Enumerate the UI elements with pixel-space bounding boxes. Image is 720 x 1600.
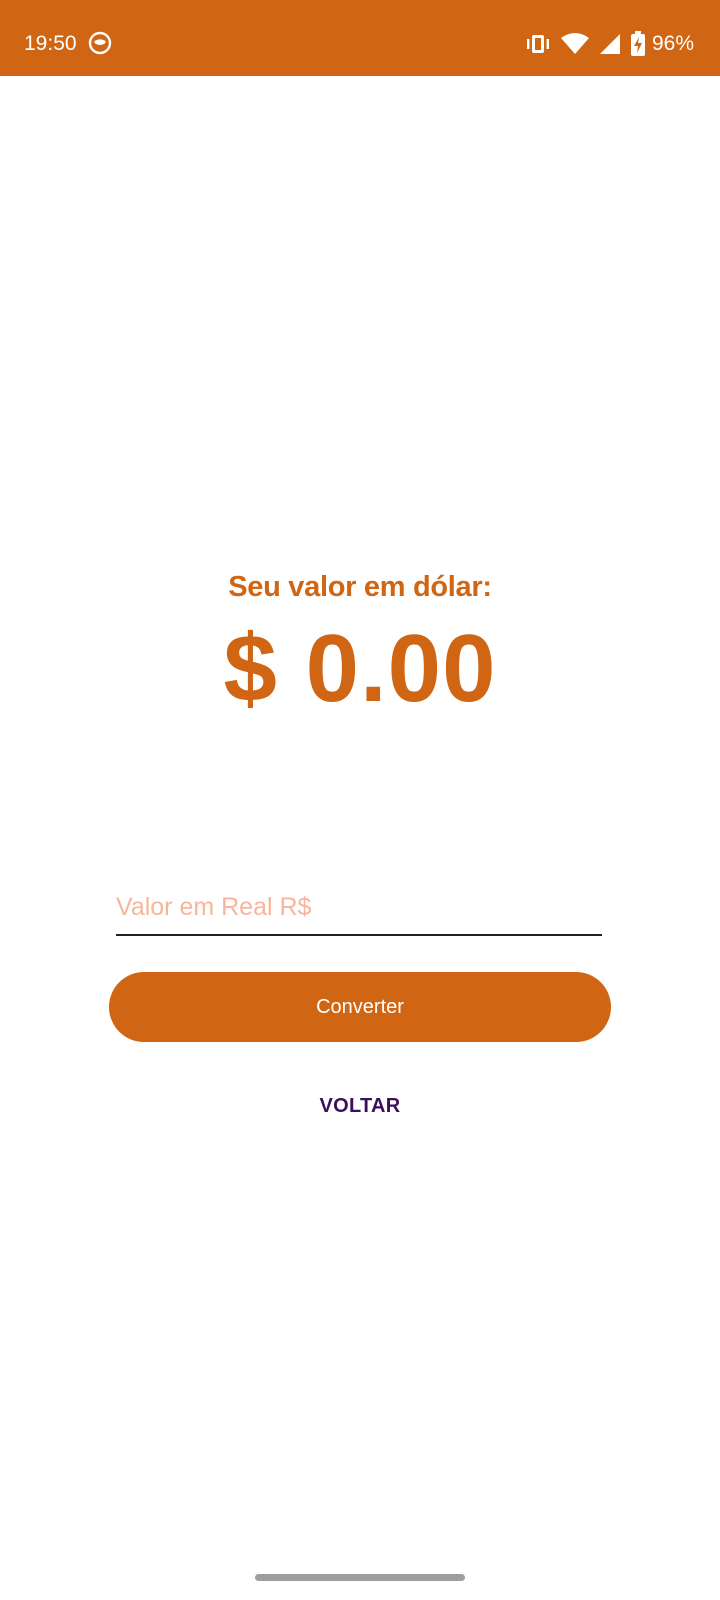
signal-icon: [598, 32, 622, 56]
battery-charging-icon: [630, 31, 646, 57]
dollar-value: $ 0.00: [223, 615, 497, 722]
home-indicator[interactable]: [255, 1574, 465, 1581]
app-notification-icon: [88, 31, 112, 55]
convert-button[interactable]: Converter: [109, 972, 611, 1042]
status-time: 19:50: [24, 32, 77, 55]
real-amount-field: [116, 880, 602, 936]
result-label: Seu valor em dólar:: [228, 571, 492, 603]
status-bar: 19:50 96%: [0, 0, 720, 76]
wifi-icon: [560, 32, 590, 56]
back-button[interactable]: VOLTAR: [300, 1088, 420, 1124]
real-amount-input[interactable]: [116, 880, 602, 934]
battery-percent: 96%: [651, 32, 694, 55]
vibrate-icon: [524, 32, 552, 56]
status-icons: 96%: [524, 28, 694, 60]
